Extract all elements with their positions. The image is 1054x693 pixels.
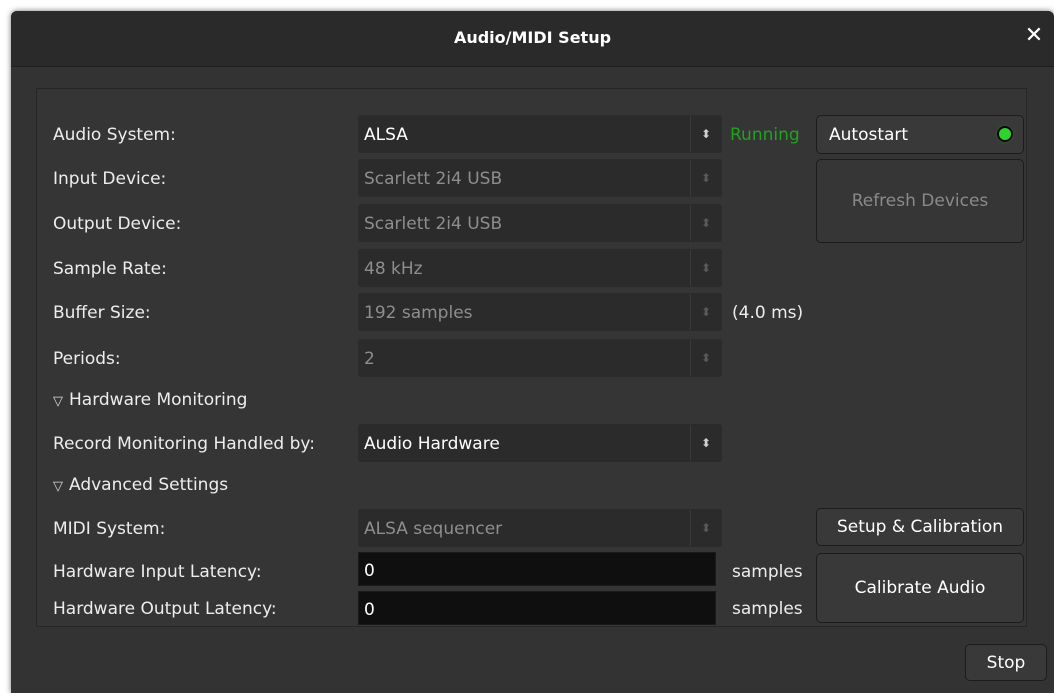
refresh-devices-button[interactable]: Refresh Devices [816,159,1024,243]
buffer-size-label: Buffer Size: [53,303,151,323]
input-latency-unit: samples [732,562,803,582]
chevron-up-down-icon: ⬍ [690,294,721,330]
chevron-up-down-icon: ⬍ [690,425,721,461]
output-latency-label: Hardware Output Latency: [53,599,277,619]
output-latency-unit: samples [732,599,803,619]
chevron-up-down-icon: ⬍ [690,116,721,152]
sample-rate-label: Sample Rate: [53,259,167,279]
led-indicator-icon [999,128,1011,140]
chevron-up-down-icon: ⬍ [690,340,721,376]
titlebar[interactable]: Audio/MIDI Setup ✕ [11,11,1054,67]
input-device-select[interactable]: Scarlett 2i4 USB ⬍ [358,159,722,197]
output-device-label: Output Device: [53,214,182,234]
audio-system-select[interactable]: ALSA ⬍ [358,115,722,153]
periods-label: Periods: [53,349,121,369]
audio-system-value: ALSA [364,125,408,145]
midi-system-select[interactable]: ALSA sequencer ⬍ [358,509,722,547]
hardware-monitoring-label: Hardware Monitoring [69,390,248,410]
input-device-value: Scarlett 2i4 USB [364,169,503,189]
record-monitoring-select[interactable]: Audio Hardware ⬍ [358,424,722,462]
chevron-up-down-icon: ⬍ [690,205,721,241]
close-icon[interactable]: ✕ [1020,22,1048,50]
hardware-monitoring-expander[interactable]: ▽ Hardware Monitoring [53,390,247,410]
advanced-settings-expander[interactable]: ▽ Advanced Settings [53,475,228,495]
periods-select[interactable]: 2 ⬍ [358,339,722,377]
output-device-select[interactable]: Scarlett 2i4 USB ⬍ [358,204,722,242]
chevron-up-down-icon: ⬍ [690,250,721,286]
record-monitoring-label: Record Monitoring Handled by: [53,434,315,454]
buffer-size-value: 192 samples [364,303,473,323]
sample-rate-select[interactable]: 48 kHz ⬍ [358,249,722,287]
autostart-toggle[interactable]: Autostart [816,115,1024,154]
output-device-value: Scarlett 2i4 USB [364,214,503,234]
expander-triangle-icon: ▽ [53,479,63,494]
buffer-latency-ms: (4.0 ms) [732,303,804,323]
audio-system-label: Audio System: [53,125,176,145]
input-device-label: Input Device: [53,169,167,189]
advanced-settings-label: Advanced Settings [69,475,229,495]
running-status: Running [730,125,800,145]
record-monitoring-value: Audio Hardware [364,434,500,454]
input-latency-field[interactable]: 0 [358,552,716,586]
buffer-size-select[interactable]: 192 samples ⬍ [358,293,722,331]
stop-button[interactable]: Stop [965,644,1047,681]
autostart-label: Autostart [829,124,909,145]
output-latency-field[interactable]: 0 [358,591,716,625]
setup-calibration-button[interactable]: Setup & Calibration [816,508,1024,546]
midi-system-label: MIDI System: [53,519,166,539]
sample-rate-value: 48 kHz [364,259,423,279]
calibrate-audio-button[interactable]: Calibrate Audio [816,553,1024,623]
periods-value: 2 [364,349,375,369]
input-latency-label: Hardware Input Latency: [53,562,262,582]
audio-midi-setup-window: Audio/MIDI Setup ✕ Audio System: ALSA ⬍ … [11,11,1054,693]
chevron-up-down-icon: ⬍ [690,510,721,546]
expander-triangle-icon: ▽ [53,394,63,409]
window-title: Audio/MIDI Setup [453,28,612,47]
settings-panel: Audio System: ALSA ⬍ Running Autostart I… [36,88,1027,627]
chevron-up-down-icon: ⬍ [690,160,721,196]
midi-system-value: ALSA sequencer [364,519,503,539]
